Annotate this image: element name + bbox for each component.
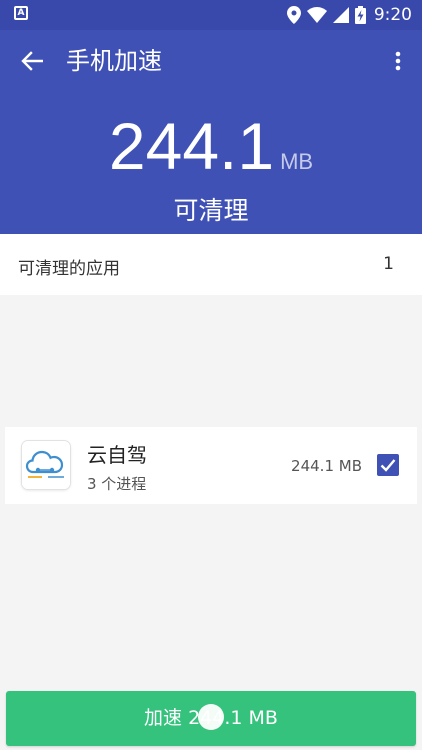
cleanable-label: 可清理 [173,196,249,225]
toolbar: 手机加速 [0,30,422,92]
app-size: 244.1 MB [291,457,362,475]
status-bar: A 9:20 [0,0,422,30]
wifi-icon [306,7,327,23]
app-select-checkbox[interactable] [377,454,399,476]
app-icon [22,441,70,489]
touch-indicator [198,704,224,730]
cleanable-size-value: 244.1 [108,109,275,183]
cleanable-apps-count: 1 [383,254,394,274]
app-process-count: 3 个进程 [87,475,147,493]
arrow-left-icon [21,51,43,71]
back-button[interactable] [14,45,50,77]
battery-charging-icon [354,6,366,24]
header: 手机加速 244.1 MB 可清理 [0,30,422,234]
notification-app-icon: A [14,6,28,20]
page-title: 手机加速 [66,47,162,75]
cleanable-size: 244.1 MB [0,106,422,186]
phone-screen: A 9:20 手机加速 244.1 MB 可清理 可清理的应用 1 云自驾 3 … [0,0,422,750]
cleanable-apps-label: 可清理的应用 [18,259,120,279]
app-name: 云自驾 [87,443,147,467]
cloud-car-icon [22,441,70,489]
cleanable-size-unit: MB [280,149,314,174]
more-options-button[interactable] [386,45,410,77]
cleanable-apps-header: 可清理的应用 1 [0,234,422,295]
status-icons: 9:20 [286,0,412,30]
location-icon [286,6,301,24]
more-vert-icon [395,51,401,71]
status-time: 9:20 [373,5,412,25]
app-list-item[interactable]: 云自驾 3 个进程 244.1 MB [5,427,417,504]
check-icon [380,459,396,472]
signal-icon [332,7,349,23]
